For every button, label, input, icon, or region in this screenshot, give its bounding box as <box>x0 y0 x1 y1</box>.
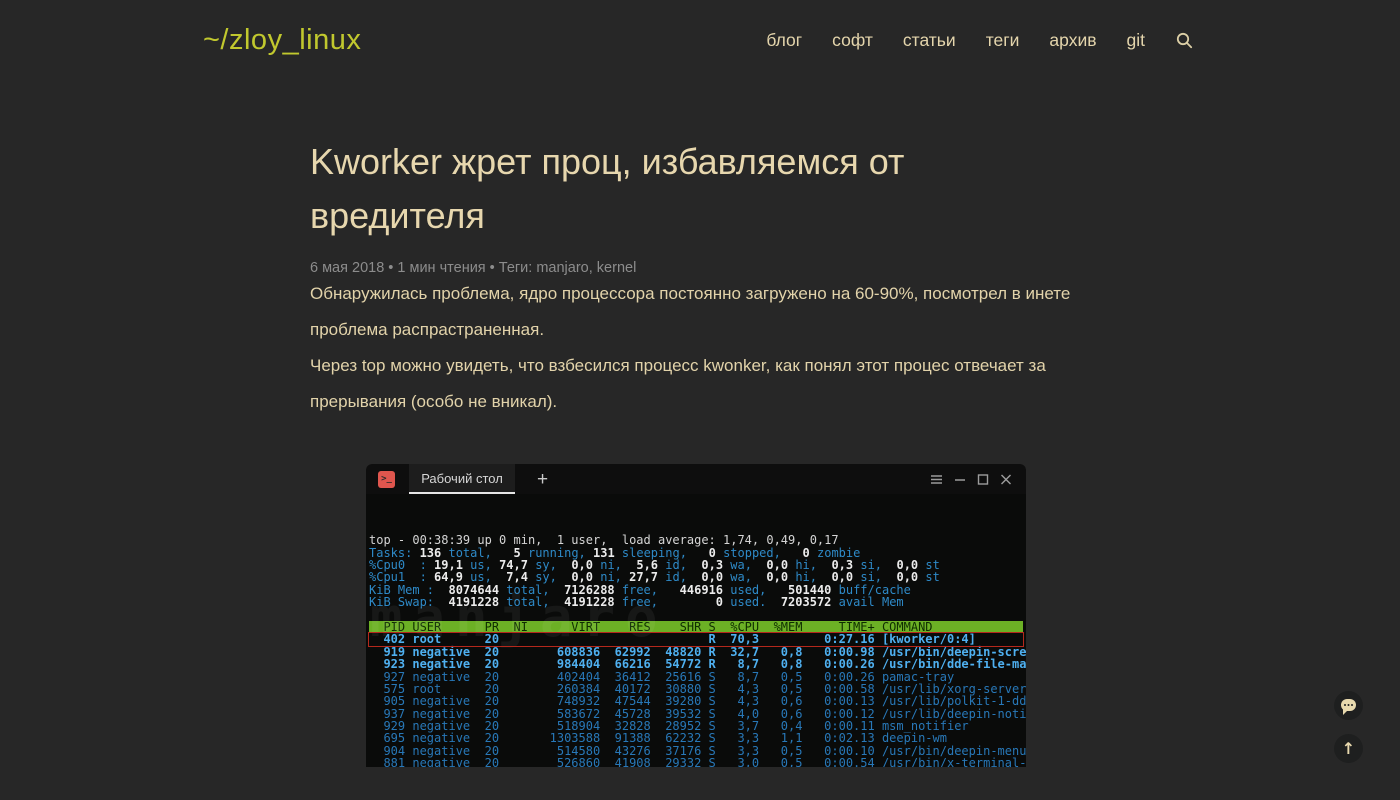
paragraph: Обнаружилась проблема, ядро процессора п… <box>310 276 1082 348</box>
top-summary-line: KiB Swap: 4191228 total, 4191228 free, 0… <box>369 596 1023 608</box>
paragraph: Через top можно увидеть, что взбесился п… <box>310 348 1082 420</box>
page-title: Kworker жрет проц, избавляемся от вредит… <box>310 135 1082 243</box>
post-content: Kworker жрет проц, избавляемся от вредит… <box>310 135 1082 767</box>
tag-link[interactable]: kernel <box>597 260 637 276</box>
comments-button[interactable] <box>1334 691 1363 720</box>
process-row: 695 negative 20 1303588 91388 62232 S 3,… <box>369 732 1023 744</box>
nav-item-git[interactable]: git <box>1127 30 1145 51</box>
arrow-up-icon: ↑ <box>1342 739 1355 758</box>
terminal-tab: Рабочий стол <box>409 464 515 494</box>
new-tab-plus-icon: + <box>537 470 548 489</box>
site-logo[interactable]: ~/zloy_linux <box>203 24 361 57</box>
nav-item-soft[interactable]: софт <box>832 30 873 51</box>
nav-item-tags[interactable]: теги <box>986 30 1020 51</box>
window-controls <box>930 474 1012 485</box>
menu-icon <box>930 474 943 485</box>
close-icon <box>1000 474 1012 485</box>
terminal-screenshot: >_ Рабочий стол + manjaro top - 00:38: <box>366 464 1026 767</box>
site-header: ~/zloy_linux блог софт статьи теги архив… <box>0 0 1400 80</box>
terminal-titlebar: >_ Рабочий стол + <box>366 464 1026 494</box>
main-nav: блог софт статьи теги архив git <box>766 30 1194 51</box>
scroll-top-button[interactable]: ↑ <box>1334 734 1363 763</box>
process-row-highlighted: 402 root 20 R 70,3 0:27.16 [kworker/0:4] <box>369 633 1023 645</box>
nav-item-blog[interactable]: блог <box>766 30 802 51</box>
tag-link[interactable]: manjaro <box>536 260 588 276</box>
nav-item-articles[interactable]: статьи <box>903 30 956 51</box>
maximize-icon <box>977 474 989 485</box>
post-meta: 6 мая 2018 • 1 мин чтения • Теги: manjar… <box>310 260 1082 276</box>
minimize-icon <box>954 474 966 485</box>
search-button[interactable] <box>1175 31 1194 50</box>
post-date: 6 мая 2018 • 1 мин чтения • Теги: manjar… <box>310 260 636 276</box>
terminal-app-icon: >_ <box>378 471 395 488</box>
nav-item-archive[interactable]: архив <box>1049 30 1096 51</box>
search-icon <box>1175 31 1194 50</box>
comments-icon <box>1341 699 1356 711</box>
terminal-output: manjaro top - 00:38:39 up 0 min, 1 user,… <box>366 494 1026 767</box>
process-row: 923 negative 20 984404 66216 54772 R 8,7… <box>369 658 1023 670</box>
process-row: 905 negative 20 748932 47544 39280 S 4,3… <box>369 695 1023 707</box>
process-row: 881 negative 20 526860 41908 29332 S 3,0… <box>369 757 1023 767</box>
